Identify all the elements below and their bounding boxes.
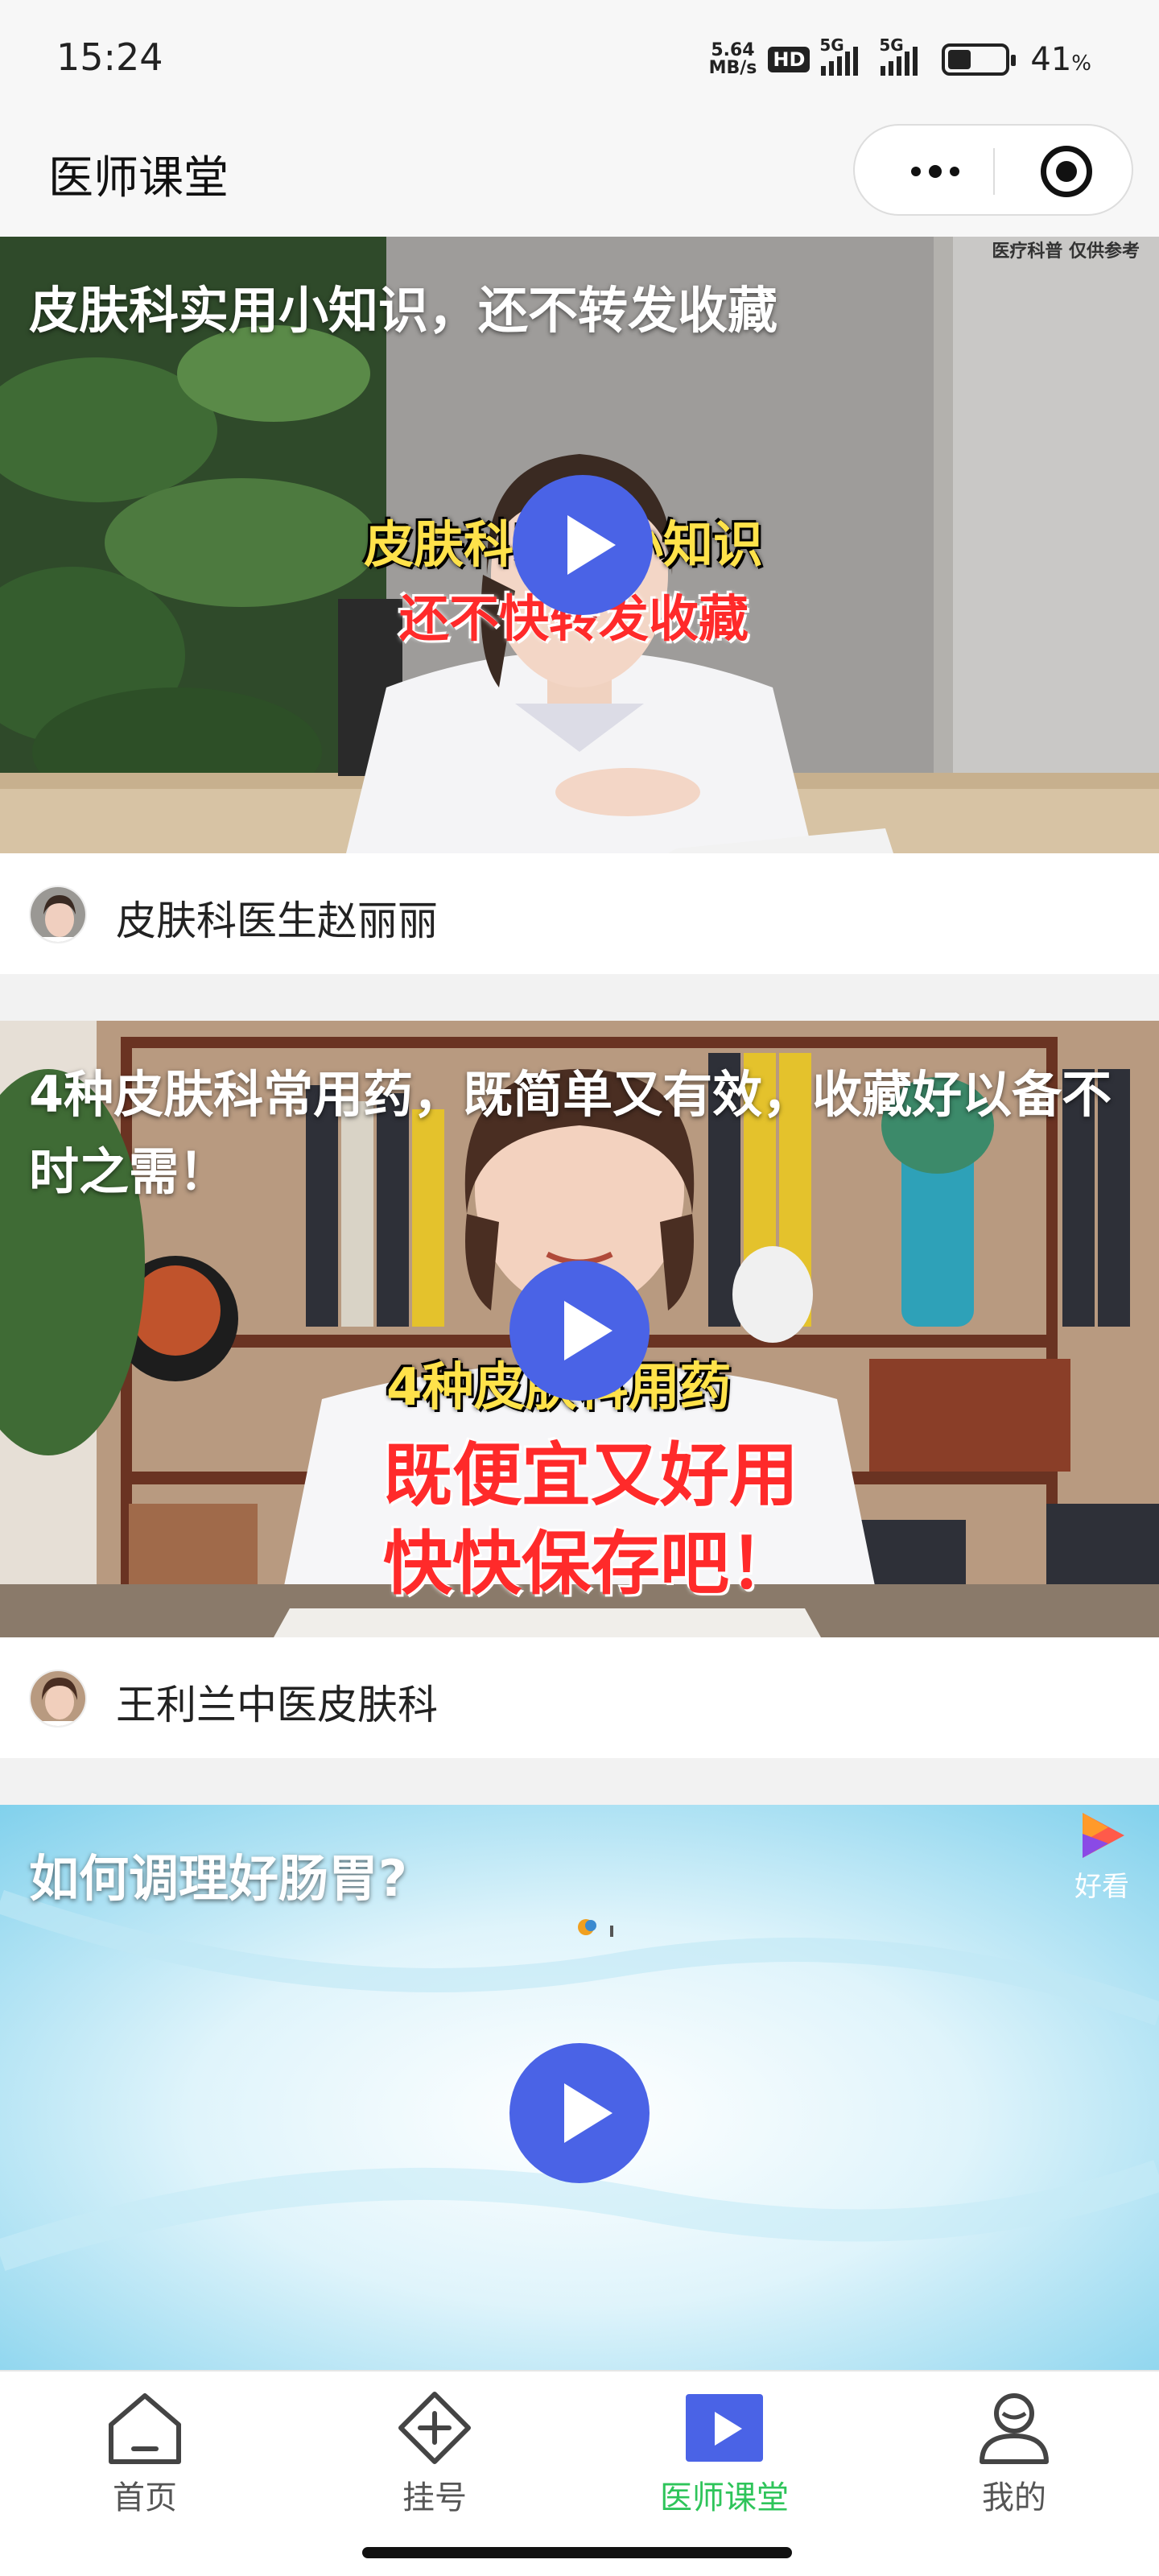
page-title: 医师课堂 xyxy=(48,152,229,204)
video-subtitle-2: 既便宜又好用 xyxy=(383,1435,798,1516)
corner-tag: 医疗科普 仅供参考 xyxy=(992,242,1140,262)
video-card[interactable]: 4种皮肤科常用药，既简单又有效，收藏好以备不时之需！ 4种皮肤科用药 既便宜又好… xyxy=(0,1021,1159,1758)
miniprogram-capsule xyxy=(853,124,1133,216)
status-time: 15:24 xyxy=(56,35,163,79)
battery-percent: 41% xyxy=(1030,41,1091,78)
video-title: 皮肤科实用小知识，还不转发收藏 xyxy=(29,281,778,340)
play-square-icon xyxy=(684,2389,765,2467)
status-indicators: 5.64 MB/s HD 5G 5G 41% xyxy=(708,35,1091,82)
play-button-icon[interactable] xyxy=(509,2043,650,2183)
video-title: 4种皮肤科常用药，既简单又有效，收藏好以备不时之需！ xyxy=(29,1065,1112,1201)
video-card[interactable]: 医疗科普 仅供参考 皮肤科实用小知识，还不转发收藏 皮肤科实用小知识 还不快转发… xyxy=(0,237,1159,974)
more-dots-icon[interactable] xyxy=(895,151,975,192)
play-button-icon[interactable] xyxy=(513,475,653,615)
video-thumbnail[interactable]: 如何调理好肠胃? 好看 xyxy=(0,1805,1159,2370)
signal-icon: 5G xyxy=(819,35,859,76)
tab-mine[interactable]: 我的 xyxy=(934,2389,1095,2518)
author-name: 王利兰中医皮肤科 xyxy=(116,1682,438,1728)
target-circle-icon[interactable] xyxy=(1041,146,1092,197)
video-thumbnail[interactable]: 4种皮肤科常用药，既简单又有效，收藏好以备不时之需！ 4种皮肤科用药 既便宜又好… xyxy=(0,1021,1159,1637)
tab-register[interactable]: 挂号 xyxy=(354,2389,515,2518)
home-indicator[interactable] xyxy=(362,2547,792,2558)
haokan-badge: 好看 xyxy=(1066,1810,1138,1904)
bottom-tab-bar: 首页 挂号 医师课堂 我的 xyxy=(0,2370,1159,2576)
author-row[interactable]: 皮肤科医生赵丽丽 xyxy=(0,853,1159,974)
video-title: 如何调理好肠胃? xyxy=(29,1849,407,1908)
tab-doctor-class[interactable]: 医师课堂 xyxy=(644,2389,805,2518)
battery-icon xyxy=(942,43,1017,76)
network-speed: 5.64 MB/s xyxy=(708,40,757,78)
plus-diamond-icon xyxy=(394,2389,475,2467)
video-card[interactable]: 如何调理好肠胃? 好看 xyxy=(0,1805,1159,2370)
author-name: 皮肤科医生赵丽丽 xyxy=(116,898,438,944)
video-subtitle-3: 快快保存吧！ xyxy=(383,1524,798,1604)
author-row[interactable]: 王利兰中医皮肤科 xyxy=(0,1637,1159,1758)
avatar xyxy=(29,886,87,943)
home-icon xyxy=(105,2389,185,2467)
status-bar: 15:24 5.64 MB/s HD 5G 5G 41% xyxy=(0,0,1159,121)
capsule-divider xyxy=(993,148,995,195)
avatar xyxy=(29,1670,87,1728)
signal-icon: 5G xyxy=(879,35,918,76)
video-thumbnail[interactable]: 医疗科普 仅供参考 皮肤科实用小知识，还不转发收藏 皮肤科实用小知识 还不快转发… xyxy=(0,237,1159,853)
play-button-icon[interactable] xyxy=(509,1261,650,1401)
user-icon xyxy=(974,2389,1054,2467)
haokan-logo-icon xyxy=(1076,1810,1128,1861)
tab-home[interactable]: 首页 xyxy=(64,2389,225,2518)
nav-header: 医师课堂 xyxy=(0,121,1159,237)
hd-badge: HD xyxy=(768,47,810,72)
